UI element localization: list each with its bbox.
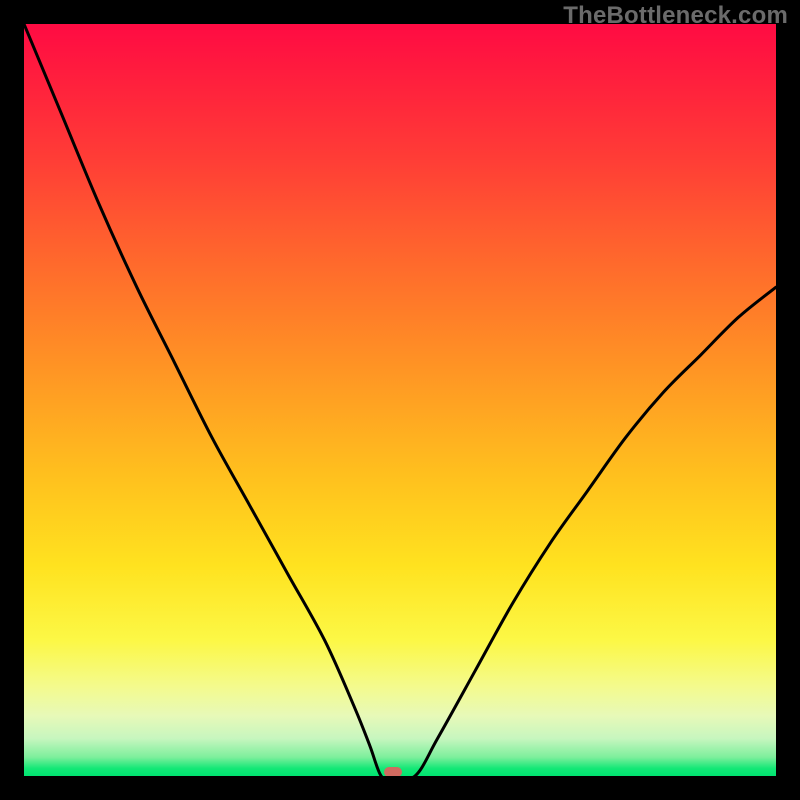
curve-path — [24, 24, 776, 776]
bottleneck-curve — [24, 24, 776, 776]
optimum-marker — [384, 767, 402, 776]
plot-area — [24, 24, 776, 776]
watermark-text: TheBottleneck.com — [563, 2, 788, 30]
chart-frame: TheBottleneck.com — [0, 0, 800, 800]
